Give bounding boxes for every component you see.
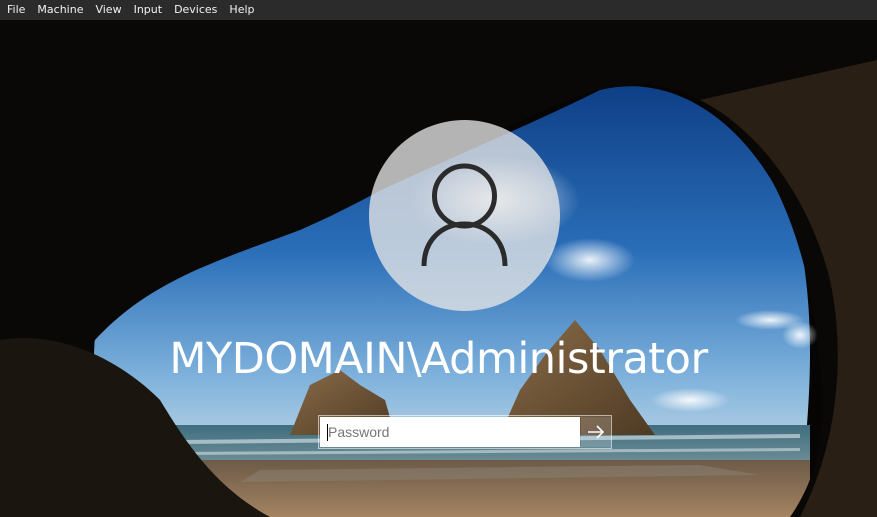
password-input[interactable]	[320, 417, 580, 447]
password-box	[318, 415, 612, 449]
menu-machine[interactable]: Machine	[31, 0, 89, 20]
text-caret	[327, 424, 328, 441]
user-silhouette-icon	[421, 163, 508, 267]
menu-help[interactable]: Help	[223, 0, 260, 20]
user-avatar	[369, 120, 560, 311]
menu-view[interactable]: View	[89, 0, 127, 20]
arrow-right-icon	[588, 425, 605, 439]
menu-devices[interactable]: Devices	[168, 0, 223, 20]
menu-input[interactable]: Input	[128, 0, 168, 20]
menu-file[interactable]: File	[0, 0, 31, 20]
submit-button[interactable]	[581, 417, 611, 447]
menu-bar: File Machine View Input Devices Help	[0, 0, 877, 21]
username-label: MYDOMAIN\Administrator	[169, 334, 708, 384]
